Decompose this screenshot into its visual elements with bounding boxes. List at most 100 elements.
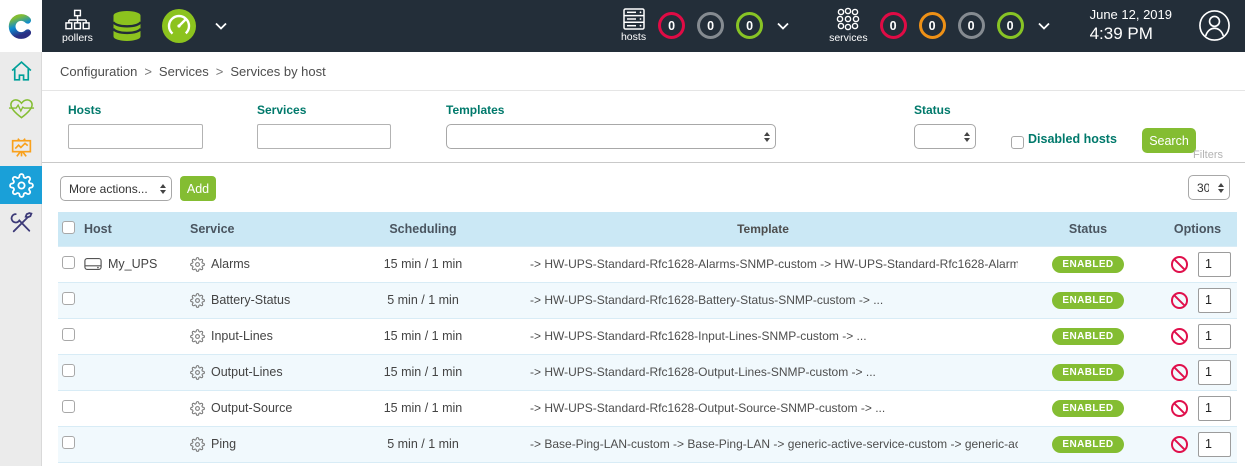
service-gear-icon: [190, 401, 205, 416]
row-checkbox[interactable]: [62, 436, 75, 449]
service-gear-icon: [190, 365, 205, 380]
row-checkbox[interactable]: [62, 256, 75, 269]
hosts-filter-input[interactable]: [68, 124, 203, 149]
duplicate-count-input[interactable]: [1198, 324, 1231, 349]
row-checkbox[interactable]: [62, 400, 75, 413]
service-name[interactable]: Output-Lines: [211, 365, 283, 379]
sidebar-item-reporting[interactable]: [0, 128, 42, 166]
column-service: Service: [176, 212, 338, 246]
table-row: Output-Lines 15 min / 1 min -> HW-UPS-St…: [58, 354, 1237, 390]
scheduling-value: 15 min / 1 min: [338, 246, 508, 282]
gear-icon: [9, 173, 34, 198]
sidebar: [0, 52, 42, 466]
select-all-checkbox[interactable]: [62, 221, 75, 234]
disable-icon[interactable]: [1170, 435, 1189, 454]
services-chevron-down-icon[interactable]: [1036, 22, 1052, 30]
services-ok-counter[interactable]: 0: [997, 12, 1024, 39]
gauge-status-icon[interactable]: [161, 8, 197, 44]
service-gear-icon: [190, 257, 205, 272]
centreon-logo-icon: [8, 13, 35, 40]
presentation-chart-icon: [9, 135, 34, 160]
status-filter-select[interactable]: [914, 124, 976, 149]
hosts-unreachable-counter[interactable]: 0: [697, 12, 724, 39]
table-row: Output-Source 15 min / 1 min -> HW-UPS-S…: [58, 390, 1237, 426]
sidebar-item-administration[interactable]: [0, 204, 42, 242]
sidebar-item-monitoring[interactable]: [0, 90, 42, 128]
column-status: Status: [1018, 212, 1158, 246]
table-row: Input-Lines 15 min / 1 min -> HW-UPS-Sta…: [58, 318, 1237, 354]
table-row: Battery-Status 5 min / 1 min -> HW-UPS-S…: [58, 282, 1237, 318]
service-name[interactable]: Ping: [211, 437, 236, 451]
service-name[interactable]: Input-Lines: [211, 329, 273, 343]
templates-filter-select[interactable]: [446, 124, 776, 149]
duplicate-count-input[interactable]: [1198, 432, 1231, 457]
services-warning-counter[interactable]: 0: [919, 12, 946, 39]
sidebar-item-home[interactable]: [0, 52, 42, 90]
service-gear-icon: [190, 437, 205, 452]
disabled-hosts-label[interactable]: Disabled hosts: [1028, 132, 1117, 146]
services-filter-input[interactable]: [257, 124, 391, 149]
host-name[interactable]: My_UPS: [108, 257, 157, 271]
column-template: Template: [508, 212, 1018, 246]
duplicate-count-input[interactable]: [1198, 288, 1231, 313]
template-chain: -> HW-UPS-Standard-Rfc1628-Battery-Statu…: [508, 282, 1018, 318]
template-chain: -> HW-UPS-Standard-Rfc1628-Output-Source…: [508, 390, 1018, 426]
status-badge: ENABLED: [1052, 256, 1123, 273]
scheduling-value: 15 min / 1 min: [338, 390, 508, 426]
hosts-up-counter[interactable]: 0: [736, 12, 763, 39]
add-button[interactable]: Add: [180, 176, 216, 201]
status-badge: ENABLED: [1052, 364, 1123, 381]
disable-icon[interactable]: [1170, 399, 1189, 418]
hosts-filter-label: Hosts: [68, 103, 203, 117]
sidebar-item-configuration[interactable]: [0, 166, 42, 204]
breadcrumb-configuration[interactable]: Configuration: [60, 64, 137, 79]
service-name[interactable]: Alarms: [211, 257, 250, 271]
pollers-menu[interactable]: pollers: [62, 9, 93, 44]
scheduling-value: 15 min / 1 min: [338, 354, 508, 390]
hosts-label: hosts: [621, 31, 646, 43]
disable-icon[interactable]: [1170, 255, 1189, 274]
duplicate-count-input[interactable]: [1198, 396, 1231, 421]
hosts-chevron-down-icon[interactable]: [775, 22, 791, 30]
home-icon: [9, 59, 34, 84]
table-header-row: Host Service Scheduling Template Status …: [58, 212, 1237, 246]
database-status-icon[interactable]: [109, 8, 145, 44]
templates-filter-label: Templates: [446, 103, 776, 117]
row-checkbox[interactable]: [62, 292, 75, 305]
service-name[interactable]: Battery-Status: [211, 293, 290, 307]
service-name[interactable]: Output-Source: [211, 401, 292, 415]
duplicate-count-input[interactable]: [1198, 252, 1231, 277]
hosts-down-counter[interactable]: 0: [658, 12, 685, 39]
search-button[interactable]: Search: [1142, 128, 1196, 153]
row-checkbox[interactable]: [62, 364, 75, 377]
status-badge: ENABLED: [1052, 400, 1123, 417]
duplicate-count-input[interactable]: [1198, 360, 1231, 385]
status-badge: ENABLED: [1052, 328, 1123, 345]
disable-icon[interactable]: [1170, 327, 1189, 346]
filters-caption: Filters: [1193, 149, 1223, 161]
disabled-hosts-checkbox[interactable]: [1011, 136, 1024, 149]
host-icon: [84, 257, 102, 271]
breadcrumb-services-by-host[interactable]: Services by host: [230, 64, 325, 79]
hosts-menu[interactable]: hosts: [621, 8, 646, 43]
more-actions-select[interactable]: More actions...: [60, 176, 172, 201]
row-checkbox[interactable]: [62, 328, 75, 341]
current-time: 4:39 PM: [1090, 23, 1172, 45]
services-menu[interactable]: services: [829, 7, 868, 44]
current-date: June 12, 2019: [1090, 7, 1172, 24]
disable-icon[interactable]: [1170, 291, 1189, 310]
user-profile-icon[interactable]: [1198, 9, 1231, 42]
disable-icon[interactable]: [1170, 363, 1189, 382]
pollers-icon: [65, 9, 90, 31]
services-critical-counter[interactable]: 0: [880, 12, 907, 39]
page-size-select[interactable]: 30: [1188, 175, 1230, 200]
breadcrumb-separator: >: [144, 64, 152, 79]
services-unknown-counter[interactable]: 0: [958, 12, 985, 39]
column-options: Options: [1158, 212, 1237, 246]
centreon-logo[interactable]: [0, 0, 42, 52]
column-host: Host: [80, 212, 176, 246]
centreon-app: pollers: [0, 0, 1245, 466]
breadcrumb-services[interactable]: Services: [159, 64, 209, 79]
column-scheduling: Scheduling: [338, 212, 508, 246]
poller-status-chevron-down-icon[interactable]: [213, 22, 229, 30]
